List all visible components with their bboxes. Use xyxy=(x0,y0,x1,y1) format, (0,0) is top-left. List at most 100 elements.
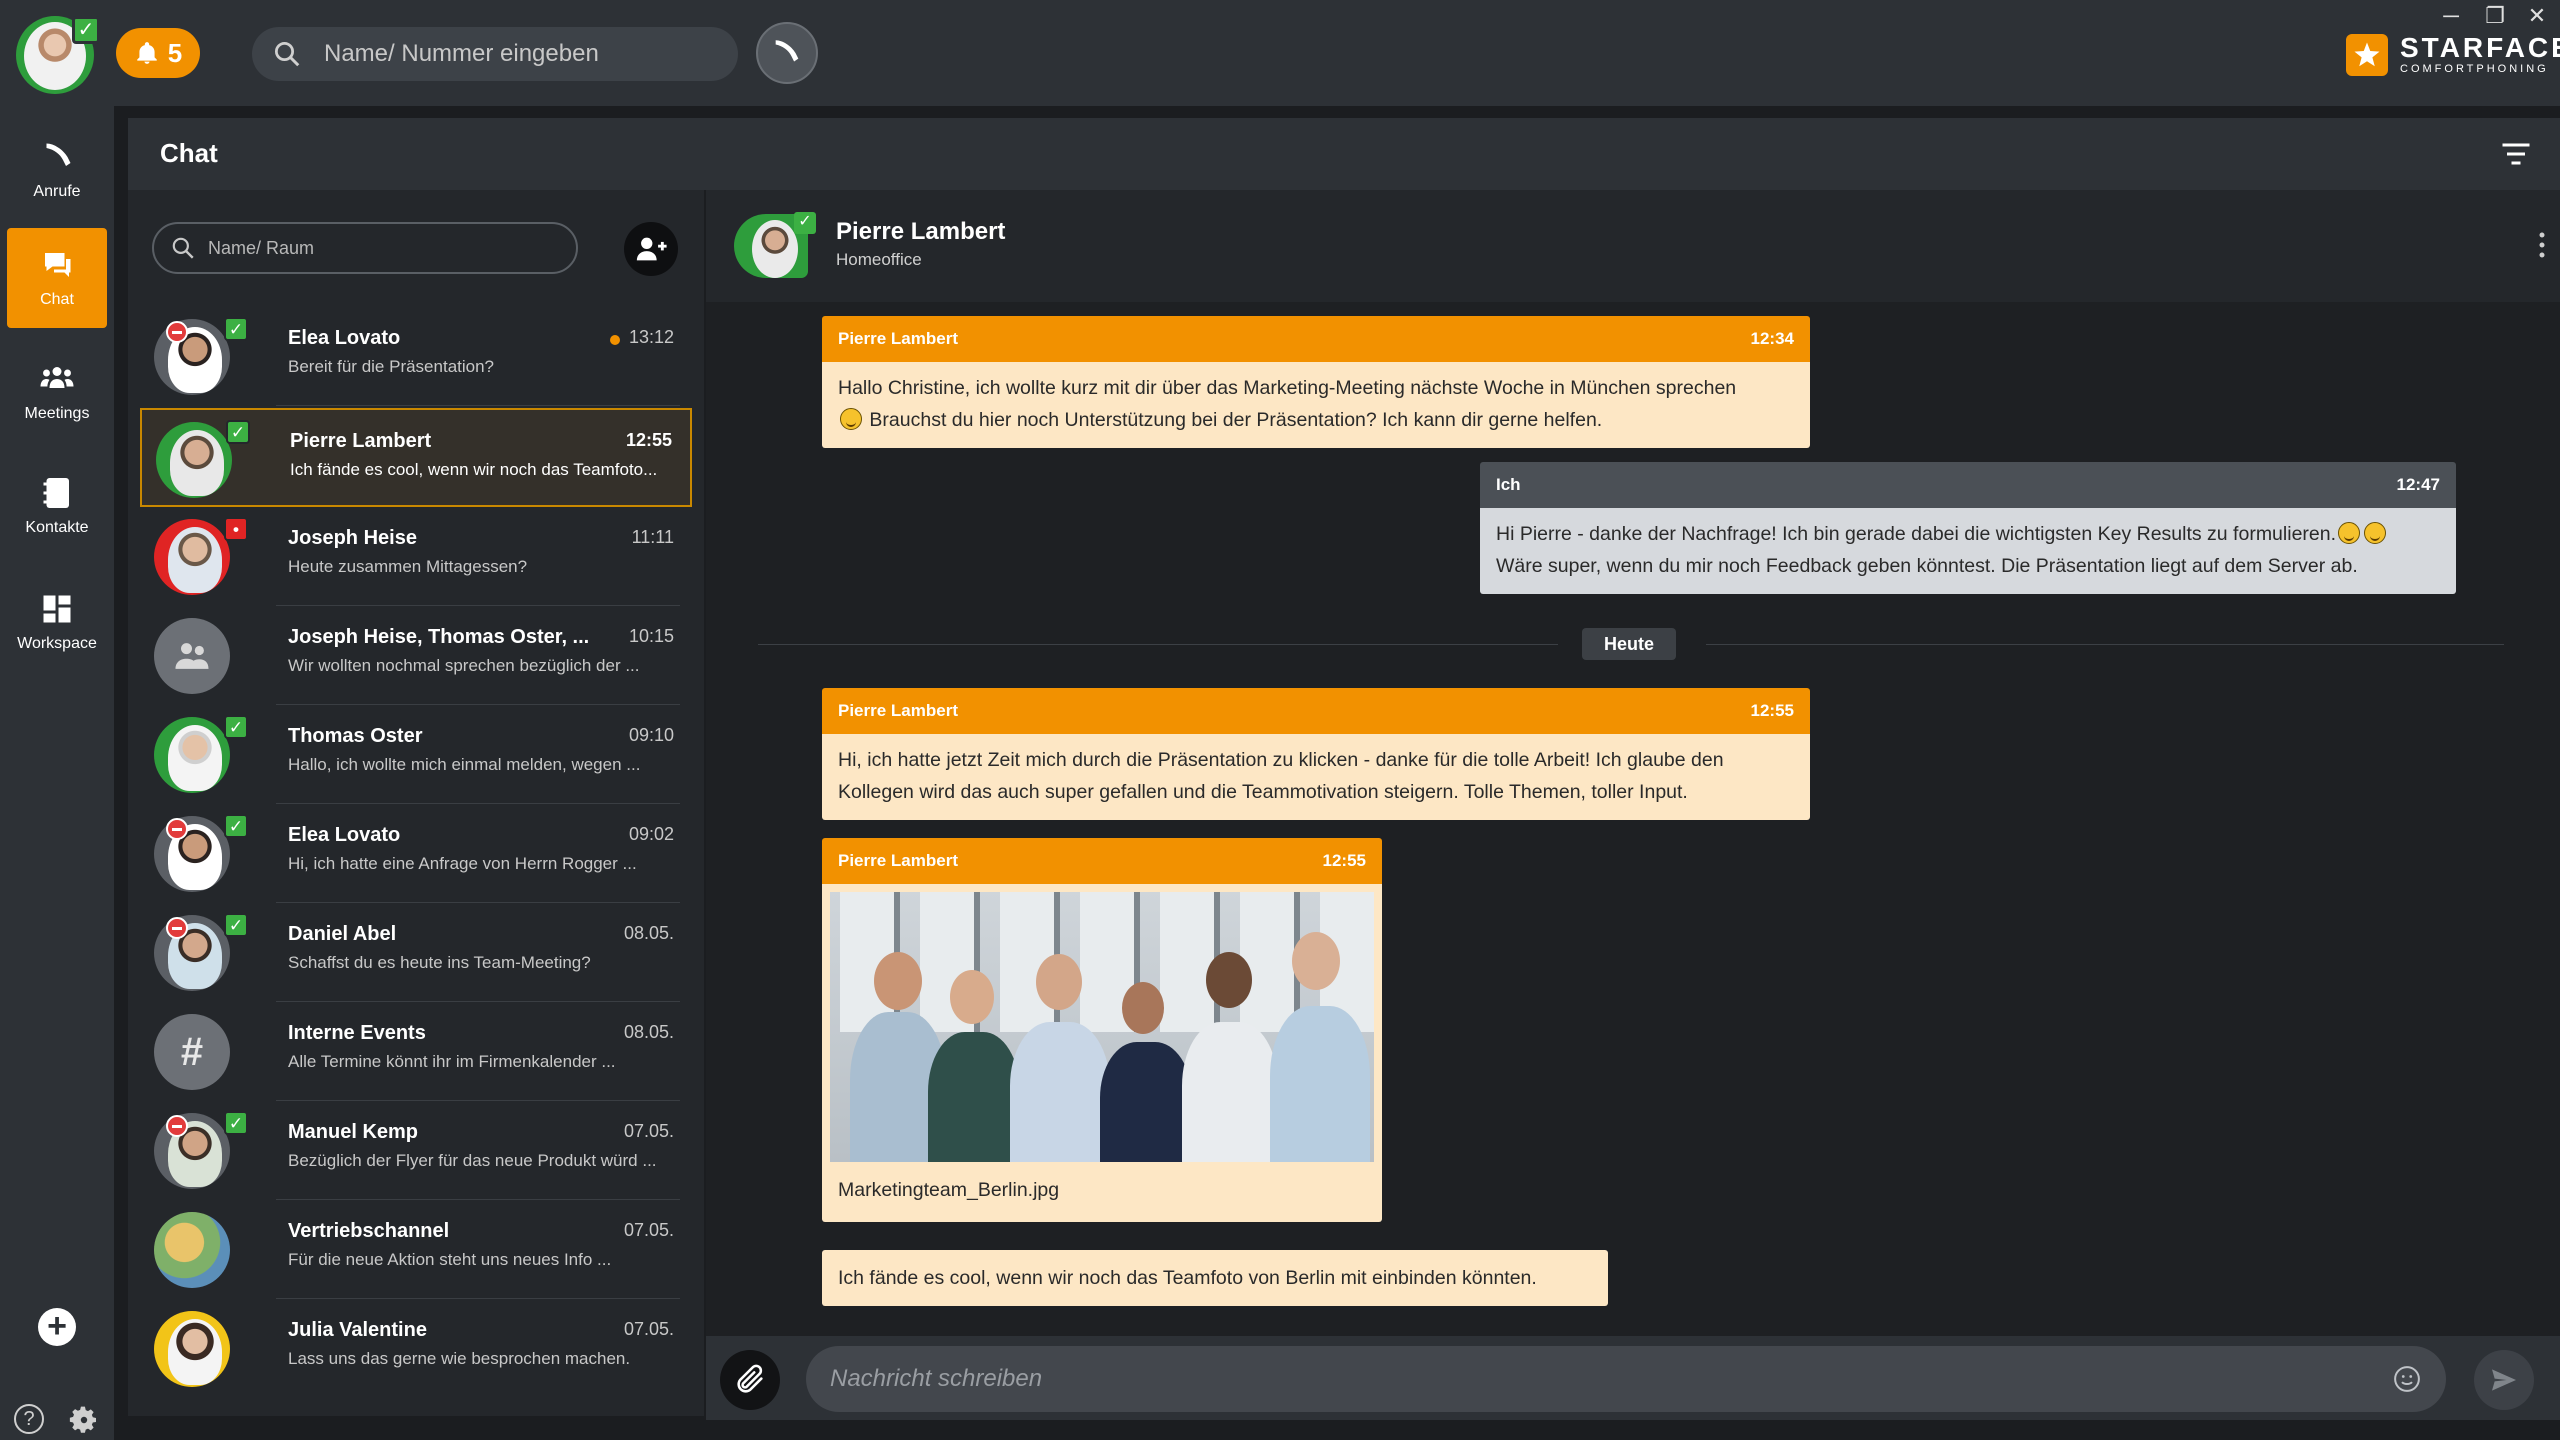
conversation-preview: Alle Termine könnt ihr im Firmenkalender… xyxy=(288,1052,616,1071)
nav-item-workspace[interactable]: Workspace xyxy=(7,572,107,672)
divider xyxy=(1706,644,2504,645)
dnd-status-icon xyxy=(166,917,188,939)
contact-header: ✓ Pierre Lambert Homeoffice xyxy=(706,190,2560,302)
conversation-name: Daniel Abel xyxy=(288,923,397,945)
left-nav: Anrufe Chat Meetings Kontakte Workspace … xyxy=(0,106,114,1440)
online-status-icon: ✓ xyxy=(794,212,816,234)
nav-item-anrufe[interactable]: Anrufe xyxy=(7,120,107,220)
logo-tagline: COMFORTPHONING xyxy=(2400,63,2549,75)
list-item[interactable]: Vertriebschannel Für die neue Aktion ste… xyxy=(140,1200,692,1299)
online-status-icon: ✓ xyxy=(224,317,248,341)
busy-status-icon: • xyxy=(224,517,248,541)
phone-icon xyxy=(775,40,799,62)
contact-name: Pierre Lambert xyxy=(836,218,1006,245)
attach-button[interactable] xyxy=(720,1350,780,1410)
list-item[interactable]: ✓ Thomas Oster Hallo, ich wollte mich ei… xyxy=(140,705,692,804)
list-item[interactable]: ✓ Elea Lovato Hi, ich hatte eine Anfrage… xyxy=(140,804,692,903)
help-button[interactable]: ? xyxy=(14,1404,44,1434)
list-item[interactable]: • Joseph Heise Heute zusammen Mittagesse… xyxy=(140,507,692,606)
nav-label-meetings: Meetings xyxy=(24,405,90,422)
filter-icon[interactable] xyxy=(2498,136,2534,172)
nav-item-kontakte[interactable]: Kontakte xyxy=(7,456,107,556)
conversation-preview: Hallo, ich wollte mich einmal melden, we… xyxy=(288,755,641,774)
message-bubble: Pierre Lambert 12:55 Hi, ich hatte jetzt … xyxy=(822,688,1810,820)
conversation-time: 08.05. xyxy=(623,923,674,943)
list-item[interactable]: ✓ Manuel Kemp Bezüglich der Flyer für da… xyxy=(140,1101,692,1200)
conversation-time: 07.05. xyxy=(623,1319,674,1339)
message-input[interactable] xyxy=(830,1365,2330,1393)
conversation-preview: Hi, ich hatte eine Anfrage von Herrn Rog… xyxy=(288,854,637,873)
chat-header: Chat xyxy=(128,118,2560,190)
conversation-time: 09:10 xyxy=(628,725,674,745)
conversation-preview: Lass uns das gerne wie besprochen machen… xyxy=(288,1349,631,1368)
message-time: 12:55 xyxy=(1322,851,1366,870)
contact-status: Homeoffice xyxy=(836,250,922,269)
nav-label-kontakte: Kontakte xyxy=(25,519,89,536)
message-text: Wäre super, wenn du mir noch Feedback ge… xyxy=(1496,555,2358,577)
online-status-icon: ✓ xyxy=(72,16,100,44)
message-bubble: Ich 12:47 Hi Pierre - danke der Nachfrage… xyxy=(1480,462,2456,594)
send-button[interactable] xyxy=(2474,1350,2534,1410)
contacts-icon xyxy=(43,478,69,508)
image-filename[interactable]: Marketingteam_Berlin.jpg xyxy=(838,1174,1059,1206)
nav-item-chat[interactable]: Chat xyxy=(7,228,107,328)
online-status-icon: ✓ xyxy=(226,420,250,444)
message-bubble: Ich fände es cool, wenn wir noch das Tea… xyxy=(822,1250,1608,1306)
list-item[interactable]: Julia Valentine Lass uns das gerne wie b… xyxy=(140,1299,692,1398)
list-item[interactable]: ✓ Elea Lovato Bereit für die Präsentatio… xyxy=(140,307,692,406)
message-bubble: Pierre Lambert 12:34 Hallo Christine, ich… xyxy=(822,316,1810,448)
conversation-name: Pierre Lambert xyxy=(290,430,432,452)
online-status-icon: ✓ xyxy=(224,715,248,739)
image-message[interactable]: Pierre Lambert 12:55 Marketingteam_Berlin… xyxy=(822,838,1382,1222)
add-user-button[interactable] xyxy=(624,222,678,276)
message-sender: Pierre Lambert xyxy=(838,329,958,348)
message-text: Hi Pierre - danke der Nachfrage! Ich bin… xyxy=(1496,523,2337,545)
search-icon xyxy=(275,42,300,67)
message-text: Hi, ich hatte jetzt Zeit mich durch die … xyxy=(838,749,1724,771)
list-item[interactable]: ✓ Daniel Abel Schaffst du es heute ins T… xyxy=(140,903,692,1002)
starface-logo: STARFACE COMFORTPHONING xyxy=(2346,34,2560,76)
list-item[interactable]: # Interne Events Alle Termine könnt ihr … xyxy=(140,1002,692,1101)
emoji-picker-icon[interactable] xyxy=(2392,1364,2422,1394)
message-field[interactable] xyxy=(806,1346,2446,1412)
dial-search-input[interactable] xyxy=(324,40,704,68)
conversation-preview: Bereit für die Präsentation? xyxy=(288,357,495,376)
nav-item-meetings[interactable]: Meetings xyxy=(7,342,107,442)
list-item[interactable]: ✓ Pierre Lambert Ich fände es cool, wenn… xyxy=(140,408,692,507)
more-options-icon[interactable] xyxy=(2538,230,2546,260)
group-icon xyxy=(175,643,209,669)
team-photo[interactable] xyxy=(830,892,1374,1162)
nav-label-workspace: Workspace xyxy=(17,635,97,652)
notifications-button[interactable]: 5 xyxy=(116,28,200,78)
nav-label-chat: Chat xyxy=(40,291,74,308)
send-icon xyxy=(2492,1369,2516,1391)
chat-icon xyxy=(45,253,71,277)
phone-icon xyxy=(46,143,71,166)
conversation-preview: Schaffst du es heute ins Team-Meeting? xyxy=(288,953,591,972)
room-search-input[interactable] xyxy=(208,237,548,259)
message-time: 12:47 xyxy=(2396,475,2440,494)
message-text: Hallo Christine, ich wollte kurz mit dir… xyxy=(838,377,1737,399)
conversation-time: 07.05. xyxy=(623,1121,674,1141)
conversation-preview: Wir wollten nochmal sprechen bezüglich d… xyxy=(288,656,640,675)
restore-button[interactable]: ❐ xyxy=(2478,2,2512,30)
add-user-icon xyxy=(636,237,667,261)
minimize-button[interactable]: ─ xyxy=(2434,2,2468,30)
dnd-status-icon xyxy=(166,818,188,840)
add-button[interactable]: + xyxy=(38,1308,76,1346)
room-search[interactable] xyxy=(152,222,578,274)
list-item[interactable]: Joseph Heise, Thomas Oster, ... Wir woll… xyxy=(140,606,692,705)
gear-icon[interactable] xyxy=(68,1404,100,1436)
conversation-time: 11:11 xyxy=(631,527,674,547)
dnd-status-icon xyxy=(166,321,188,343)
close-button[interactable]: ✕ xyxy=(2520,2,2554,30)
bell-icon xyxy=(137,42,157,64)
call-button[interactable] xyxy=(756,22,818,84)
conversation-time: 08.05. xyxy=(623,1022,674,1042)
dial-search[interactable] xyxy=(252,27,738,81)
paperclip-icon xyxy=(737,1364,763,1393)
conversation-preview: Bezüglich der Flyer für das neue Produkt… xyxy=(288,1151,657,1170)
search-icon xyxy=(172,237,194,259)
avatar xyxy=(154,1212,230,1288)
message-time: 12:55 xyxy=(1750,701,1794,720)
